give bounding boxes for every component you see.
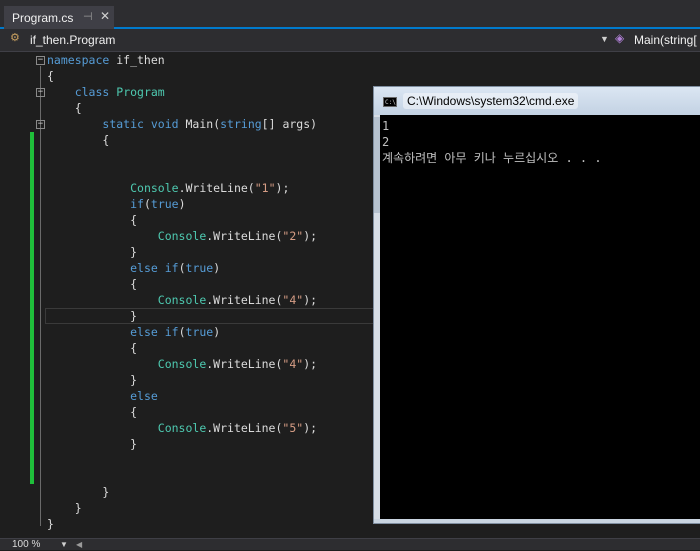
code-line[interactable]: } xyxy=(47,436,317,452)
code-line[interactable]: } xyxy=(47,244,317,260)
code-line[interactable]: Console.WriteLine("5"); xyxy=(47,420,317,436)
console-output-area: 1 2 계속하려면 아무 키나 누르십시오 . . . xyxy=(380,115,700,519)
code-line[interactable]: else if(true) xyxy=(47,260,317,276)
code-line[interactable]: { xyxy=(47,212,317,228)
type-dropdown-label: if_then.Program xyxy=(30,33,116,47)
code-line[interactable]: else if(true) xyxy=(47,324,317,340)
code-line[interactable]: { xyxy=(47,340,317,356)
code-line[interactable]: { xyxy=(47,132,317,148)
zoom-level: 100 % xyxy=(12,539,41,550)
console-window[interactable]: C:\ C:\Windows\system32\cmd.exe 1 2 계속하려면 … xyxy=(373,86,700,524)
member-dropdown[interactable]: ◈ Main(string[ xyxy=(615,31,700,49)
console-output-line: 계속하려면 아무 키나 누르십시오 . . . xyxy=(382,151,602,165)
fold-line xyxy=(40,66,41,526)
console-app-icon: C:\ xyxy=(383,97,397,107)
editor-status-bar: 100 % ▼ ◀ xyxy=(0,538,700,550)
code-line[interactable]: } xyxy=(47,308,317,324)
console-title: C:\Windows\system32\cmd.exe xyxy=(403,93,579,109)
code-line[interactable]: { xyxy=(47,100,317,116)
code-line[interactable]: else xyxy=(47,388,317,404)
code-line[interactable] xyxy=(47,164,317,180)
scroll-left-icon[interactable]: ◀ xyxy=(76,540,82,549)
document-tab-bar: Program.cs ⊣ ✕ xyxy=(0,0,700,29)
code-line[interactable]: { xyxy=(47,404,317,420)
close-icon[interactable]: ✕ xyxy=(100,9,110,23)
fold-toggle-namespace[interactable]: − xyxy=(36,56,45,65)
fold-toggle-class[interactable]: − xyxy=(36,88,45,97)
code-line[interactable]: Console.WriteLine("1"); xyxy=(47,180,317,196)
code-line[interactable]: static void Main(string[] args) xyxy=(47,116,317,132)
tab-program-cs[interactable]: Program.cs ⊣ ✕ xyxy=(4,6,114,29)
navigation-bar: ⚙ if_then.Program ▼ ◈ Main(string[ xyxy=(0,29,700,52)
code-line[interactable]: { xyxy=(47,276,317,292)
code-line[interactable]: class Program xyxy=(47,84,317,100)
zoom-dropdown[interactable]: 100 % ▼ xyxy=(0,539,72,551)
class-icon: ⚙ xyxy=(10,32,20,44)
member-dropdown-label: Main(string[ xyxy=(634,33,697,47)
code-line[interactable]: Console.WriteLine("4"); xyxy=(47,292,317,308)
fold-toggle-method[interactable]: − xyxy=(36,120,45,129)
code-line[interactable]: } xyxy=(47,484,317,500)
chevron-down-icon[interactable]: ▼ xyxy=(600,34,609,44)
console-output: 1 2 계속하려면 아무 키나 누르십시오 . . . xyxy=(382,118,602,166)
code-line[interactable]: Console.WriteLine("4"); xyxy=(47,356,317,372)
code-line[interactable]: } xyxy=(47,516,317,532)
type-dropdown[interactable]: ⚙ if_then.Program ▼ xyxy=(10,31,612,49)
code-line[interactable]: } xyxy=(47,500,317,516)
console-output-line: 2 xyxy=(382,135,390,149)
code-line[interactable] xyxy=(47,148,317,164)
console-output-line: 1 xyxy=(382,119,390,133)
change-indicator-bar xyxy=(30,132,34,484)
code-line[interactable]: { xyxy=(47,68,317,84)
code-line[interactable] xyxy=(47,468,317,484)
code-line[interactable]: } xyxy=(47,372,317,388)
tab-title[interactable]: Program.cs xyxy=(12,11,73,25)
method-icon: ◈ xyxy=(615,31,625,45)
code-line[interactable]: if(true) xyxy=(47,196,317,212)
code-line[interactable] xyxy=(47,452,317,468)
code-line[interactable]: Console.WriteLine("2"); xyxy=(47,228,317,244)
console-title-bar[interactable]: C:\ C:\Windows\system32\cmd.exe xyxy=(374,87,700,115)
code-line[interactable]: namespace if_then xyxy=(47,52,317,68)
pin-icon[interactable]: ⊣ xyxy=(83,10,93,23)
code-text[interactable]: namespace if_then{ class Program { stati… xyxy=(47,52,317,532)
chevron-down-icon[interactable]: ▼ xyxy=(60,539,68,551)
